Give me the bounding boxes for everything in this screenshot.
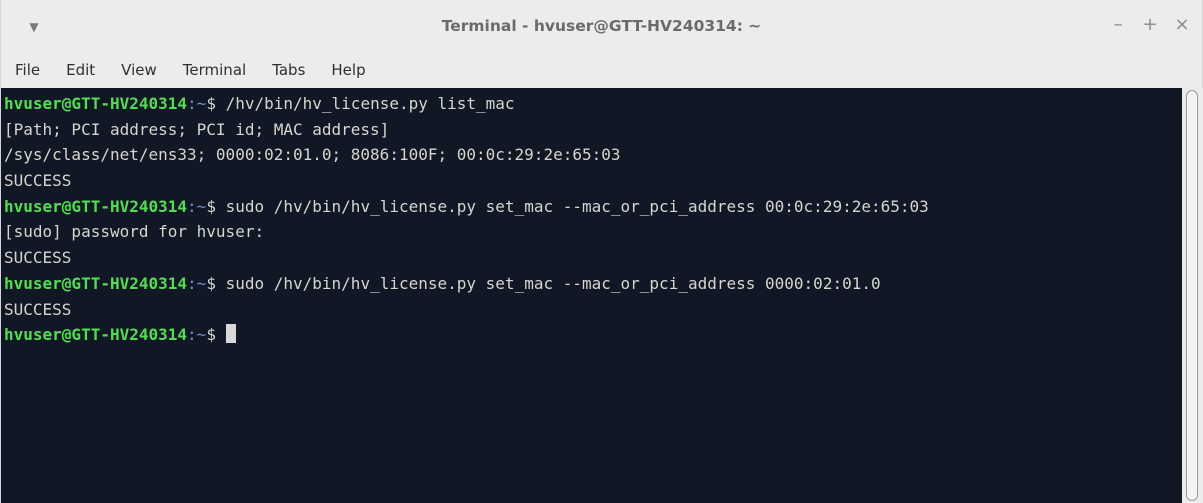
menu-edit[interactable]: Edit: [66, 61, 95, 79]
close-icon: ×: [1174, 14, 1190, 35]
close-button[interactable]: ×: [1172, 14, 1192, 36]
menu-file[interactable]: File: [15, 61, 40, 79]
prompt-path: ~: [196, 94, 207, 113]
terminal-prompt-line: hvuser@GTT-HV240314:~$ sudo /hv/bin/hv_l…: [4, 271, 1182, 297]
scrollbar[interactable]: [1182, 88, 1203, 503]
prompt-path: ~: [196, 273, 207, 293]
prompt-colon: :: [187, 273, 197, 293]
menu-tabs[interactable]: Tabs: [272, 61, 305, 79]
scrollbar-thumb[interactable]: [1186, 90, 1198, 501]
menu-terminal[interactable]: Terminal: [183, 61, 246, 79]
terminal-prompt-line: hvuser@GTT-HV240314:~$: [4, 322, 1182, 348]
terminal-output-line: [Path; PCI address; PCI id; MAC address]: [4, 119, 390, 139]
terminal-prompt-line: hvuser@GTT-HV240314:~$ sudo /hv/bin/hv_l…: [4, 194, 1182, 220]
terminal-output-line: SUCCESS: [4, 299, 72, 319]
maximize-button[interactable]: +: [1140, 14, 1160, 36]
terminal-window: ▼ Terminal - hvuser@GTT-HV240314: ~ – + …: [0, 0, 1203, 503]
terminal-cursor: [225, 324, 236, 344]
prompt-colon: :: [187, 325, 197, 345]
menu-help[interactable]: Help: [331, 61, 365, 79]
prompt-path: ~: [196, 196, 207, 216]
terminal-command: sudo /hv/bin/hv_license.py set_mac --mac…: [225, 196, 929, 216]
menu-bar: File Edit View Terminal Tabs Help: [1, 52, 1202, 88]
window-controls: – + ×: [1108, 14, 1192, 36]
prompt-colon: :: [187, 94, 197, 113]
terminal-output-line: SUCCESS: [4, 248, 72, 268]
prompt-user-host: hvuser@GTT-HV240314: [4, 325, 188, 345]
terminal-output-line: [sudo] password for hvuser:: [4, 222, 265, 242]
prompt-path: ~: [196, 325, 207, 345]
terminal-output-line: SUCCESS: [4, 171, 72, 191]
prompt-colon: :: [187, 196, 197, 216]
prompt-user-host: hvuser@GTT-HV240314: [4, 196, 188, 216]
minimize-button[interactable]: –: [1108, 14, 1128, 36]
prompt-symbol: $: [206, 273, 226, 293]
menu-view[interactable]: View: [121, 61, 157, 79]
maximize-icon: +: [1142, 14, 1158, 35]
terminal-output-line: /sys/class/net/ens33; 0000:02:01.0; 8086…: [4, 145, 621, 165]
prompt-user-host: hvuser@GTT-HV240314: [4, 94, 188, 113]
prompt-symbol: $: [206, 94, 226, 113]
window-title: Terminal - hvuser@GTT-HV240314: ~: [441, 17, 762, 35]
prompt-user-host: hvuser@GTT-HV240314: [4, 273, 188, 293]
terminal-prompt-line: hvuser@GTT-HV240314:~$ /hv/bin/hv_licens…: [4, 91, 1182, 117]
title-bar[interactable]: ▼ Terminal - hvuser@GTT-HV240314: ~ – + …: [1, 0, 1202, 52]
prompt-symbol: $: [206, 325, 226, 345]
prompt-symbol: $: [206, 196, 226, 216]
minimize-icon: –: [1113, 14, 1123, 35]
terminal-command: /hv/bin/hv_license.py list_mac: [225, 94, 515, 113]
terminal-output[interactable]: hvuser@GTT-HV240314:~$ /hv/bin/hv_licens…: [1, 88, 1182, 503]
terminal-command: sudo /hv/bin/hv_license.py set_mac --mac…: [225, 273, 881, 293]
